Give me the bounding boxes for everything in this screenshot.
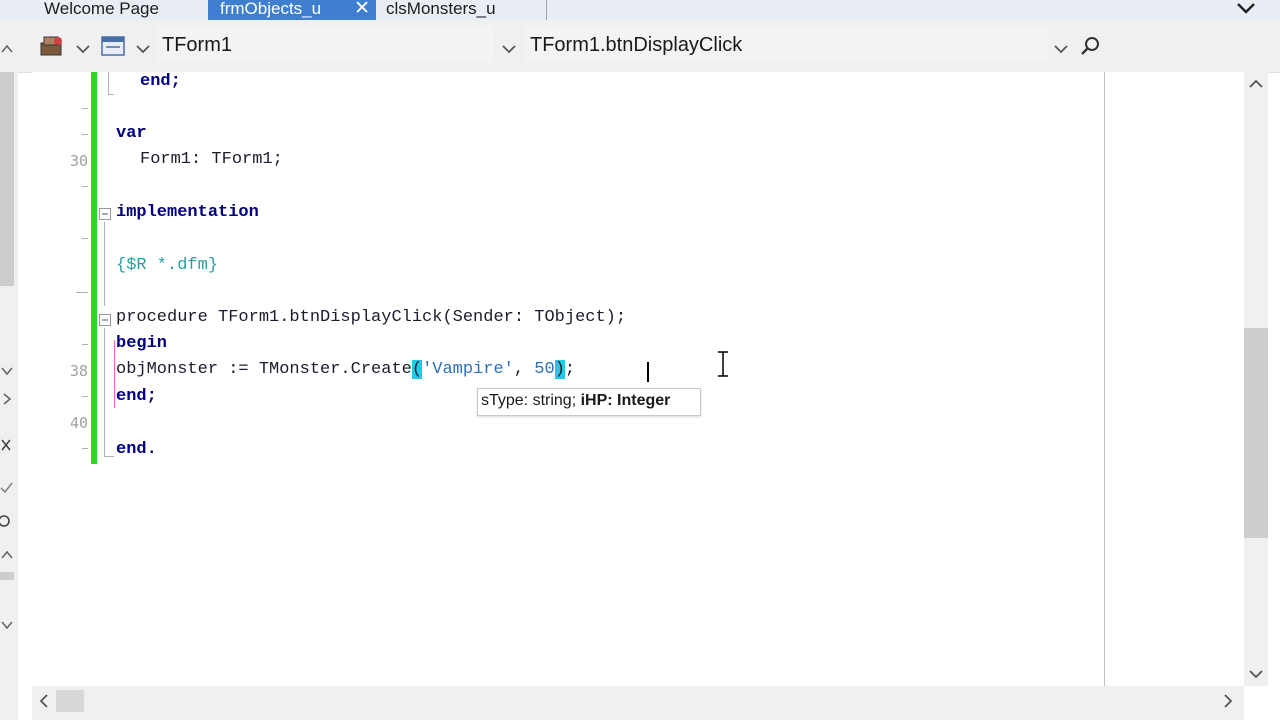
string-literal: 'Vampire' — [422, 360, 514, 379]
fold-line — [108, 72, 109, 94]
code-line: implementation — [116, 203, 259, 222]
tab-clsmonsters-u[interactable]: clsMonsters_u — [376, 0, 546, 20]
components-icon[interactable] — [38, 33, 66, 59]
gutter-tick — [82, 448, 88, 449]
horizontal-scrollbar[interactable] — [32, 686, 1244, 720]
search-icon[interactable] — [1080, 35, 1102, 57]
gutter-tick — [82, 344, 88, 345]
block-line — [114, 340, 115, 408]
editor-tab-bar: Welcome Page frmObjects_u ✕ clsMonsters_… — [0, 0, 1280, 20]
parameter-hint-tooltip: sType: string; iHP: Integer — [477, 388, 701, 416]
chevron-down-icon[interactable] — [1054, 44, 1068, 54]
gutter-tick — [82, 134, 88, 135]
fold-line — [104, 328, 105, 456]
code-text: Form1: TForm1; — [140, 150, 283, 169]
bracket-highlight: ) — [554, 360, 565, 379]
form-view-icon[interactable] — [100, 35, 126, 57]
class-combo[interactable]: TForm1 — [156, 26, 494, 62]
code-line: end; — [140, 72, 181, 91]
tab-separator — [546, 0, 547, 20]
line-number: 38 — [69, 362, 88, 380]
gutter-tick — [82, 238, 88, 239]
chevron-down-icon[interactable] — [76, 44, 90, 54]
modified-lines-bar — [91, 72, 97, 464]
code-text: ; — [564, 360, 576, 379]
line-number: 30 — [69, 152, 88, 170]
class-combo-value: TForm1 — [162, 34, 232, 56]
toolbar: TForm1 TForm1.btnDisplayClick — [0, 20, 1280, 73]
chevron-down-icon[interactable] — [136, 44, 150, 54]
close-icon[interactable] — [0, 438, 14, 452]
number-literal: 50 — [534, 360, 555, 379]
gutter-tick — [76, 292, 88, 293]
method-combo-value: TForm1.btnDisplayClick — [530, 34, 743, 56]
code-line: {$R *.dfm} — [116, 256, 218, 275]
chevron-down-icon[interactable] — [502, 44, 516, 54]
param-hint-current: iHP: Integer — [580, 392, 671, 409]
left-scroll-thumb[interactable] — [0, 72, 14, 286]
chevron-right-icon[interactable] — [0, 392, 14, 406]
method-combo[interactable]: TForm1.btnDisplayClick — [524, 26, 1048, 62]
check-icon[interactable] — [0, 480, 14, 494]
tab-label: frmObjects_u — [220, 0, 322, 18]
left-scroll-thumb-2[interactable] — [0, 572, 14, 580]
code-text: , — [513, 360, 535, 379]
chevron-up-icon[interactable] — [0, 38, 14, 58]
chevron-down-icon[interactable] — [0, 364, 14, 378]
code-line: var — [116, 124, 147, 143]
fold-line — [104, 456, 114, 457]
keyword: end; — [140, 72, 181, 91]
chevron-up-icon[interactable] — [0, 548, 14, 562]
param-hint: sType: string; — [481, 392, 581, 409]
close-icon[interactable]: ✕ — [354, 0, 370, 18]
text-caret — [647, 362, 649, 382]
tab-welcome-page[interactable]: Welcome Page — [30, 0, 208, 20]
vertical-scroll-thumb[interactable] — [1244, 328, 1268, 538]
code-line-current: objMonster := TMonster.Create('Vampire',… — [116, 360, 575, 379]
gutter-tick — [82, 396, 88, 397]
chevron-down-icon[interactable] — [0, 618, 14, 632]
line-number: 40 — [69, 414, 88, 432]
right-margin-line — [1104, 72, 1105, 686]
code-line: end. — [116, 440, 157, 459]
tab-label: clsMonsters_u — [386, 0, 496, 18]
keyword: var — [116, 124, 147, 143]
chevron-down-icon[interactable] — [1232, 0, 1260, 20]
keyword: implementation — [116, 203, 259, 222]
compiler-directive: {$R *.dfm} — [116, 256, 219, 275]
code-line: end; — [116, 387, 157, 406]
gutter-tick — [82, 108, 88, 109]
code-line: Form1: TForm1; — [140, 150, 283, 169]
fold-line — [104, 222, 105, 306]
tab-frmobjects-u[interactable]: frmObjects_u ✕ — [208, 0, 376, 20]
fold-minus-icon[interactable] — [99, 208, 111, 220]
code-line: procedure TForm1.btnDisplayClick(Sender:… — [116, 308, 626, 327]
horizontal-scroll-thumb[interactable] — [56, 690, 84, 712]
gutter-tick — [82, 186, 88, 187]
chevron-down-icon[interactable] — [1248, 666, 1264, 682]
tab-label: Welcome Page — [44, 0, 159, 18]
bracket-highlight: ( — [411, 360, 423, 379]
ibeam-cursor-icon — [718, 351, 728, 377]
code-text: objMonster := TMonster.Create — [116, 360, 412, 379]
circle-icon[interactable] — [0, 514, 14, 528]
keyword: begin — [116, 334, 168, 353]
keyword: end. — [116, 440, 157, 459]
chevron-up-icon[interactable] — [1248, 76, 1264, 92]
code-text: procedure TForm1.btnDisplayClick(Sender:… — [116, 308, 627, 327]
fold-minus-icon[interactable] — [99, 314, 111, 326]
fold-line — [108, 94, 114, 95]
chevron-right-icon[interactable] — [1220, 692, 1236, 710]
chevron-left-icon[interactable] — [36, 692, 52, 710]
keyword: end; — [116, 387, 157, 406]
code-line: begin — [116, 334, 167, 353]
